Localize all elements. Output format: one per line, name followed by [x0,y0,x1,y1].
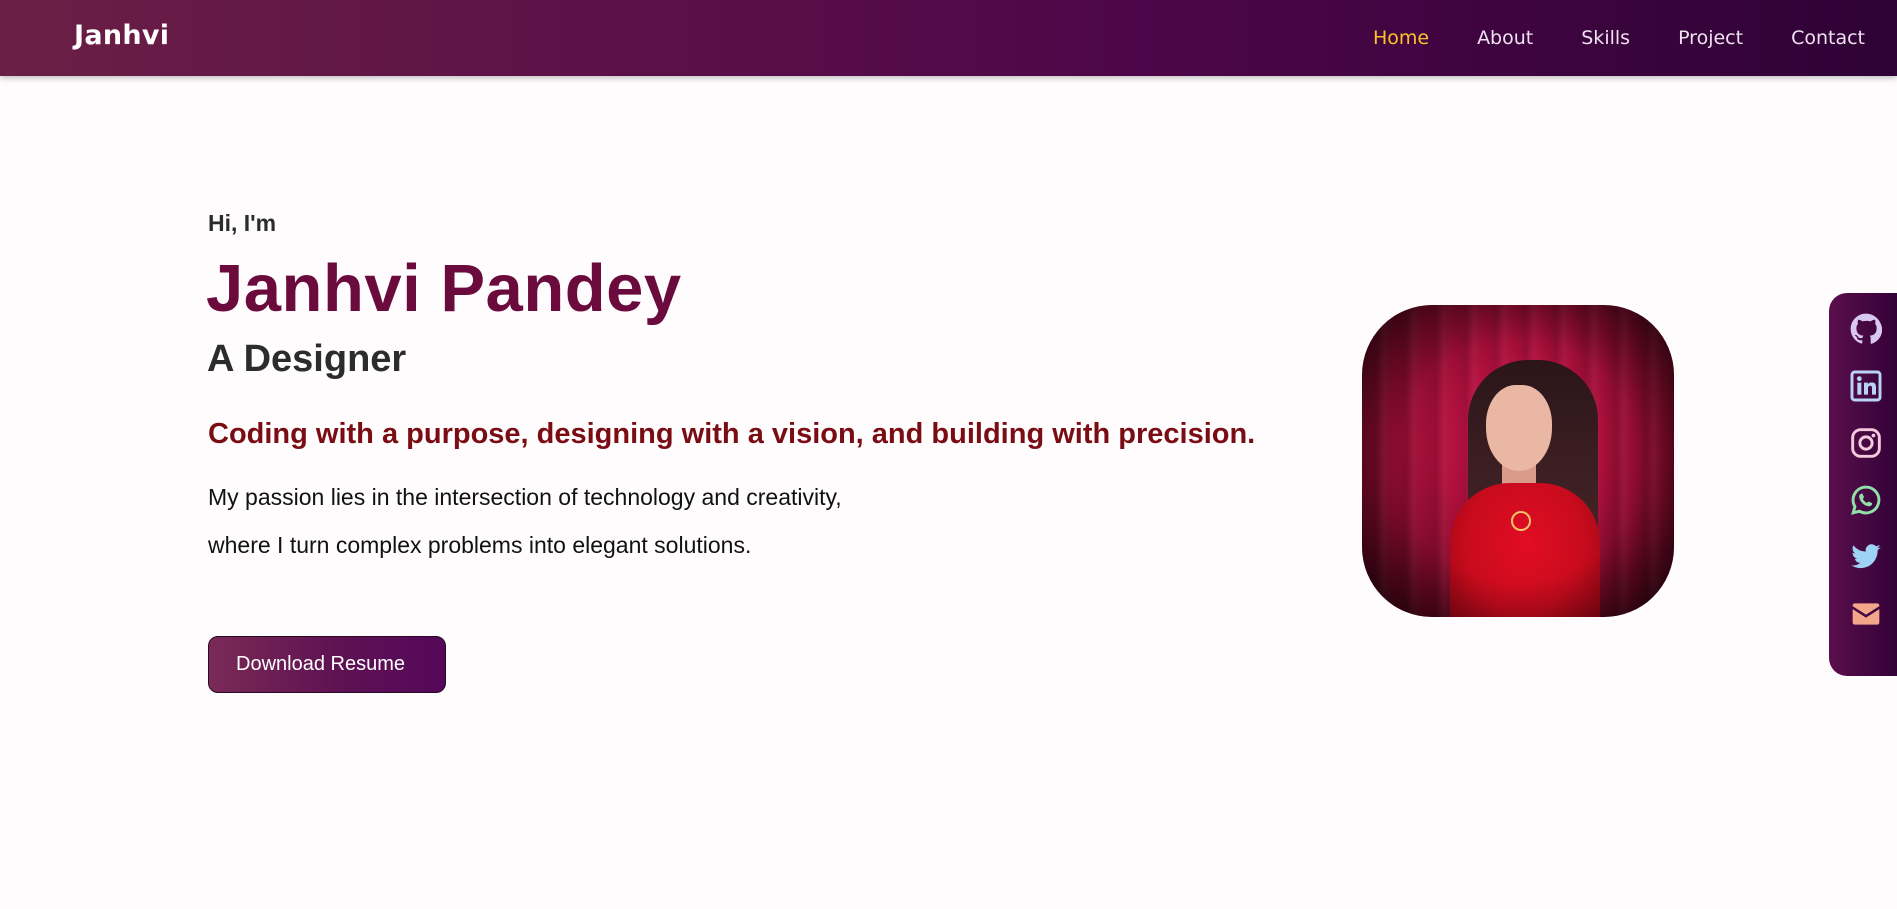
mail-icon[interactable] [1850,598,1882,630]
download-resume-button[interactable]: Download Resume [208,636,446,693]
whatsapp-icon[interactable] [1850,484,1882,516]
nav-about[interactable]: About [1477,27,1533,49]
instagram-icon[interactable] [1850,427,1882,459]
nav-home[interactable]: Home [1373,27,1429,49]
github-icon[interactable] [1850,313,1882,345]
greeting-text: Hi, I'm [208,210,277,236]
hero-name: Janhvi Pandey [206,251,682,326]
nav-skills[interactable]: Skills [1581,27,1630,49]
profile-photo [1362,305,1674,617]
social-sidebar [1829,293,1897,676]
hero-tagline: Coding with a purpose, designing with a … [208,418,1256,450]
navbar: Janhvi Home About Skills Project Contact [0,0,1897,76]
twitter-icon[interactable] [1850,541,1882,573]
nav-links: Home About Skills Project Contact [1325,27,1865,49]
nav-project[interactable]: Project [1678,27,1743,49]
hero-description-line-1: My passion lies in the intersection of t… [208,484,842,510]
nav-contact[interactable]: Contact [1791,27,1865,49]
hero-description-line-2: where I turn complex problems into elega… [208,532,752,558]
brand-logo[interactable]: Janhvi [74,20,169,51]
linkedin-icon[interactable] [1850,370,1882,402]
hero-role: A Designer [207,338,407,380]
